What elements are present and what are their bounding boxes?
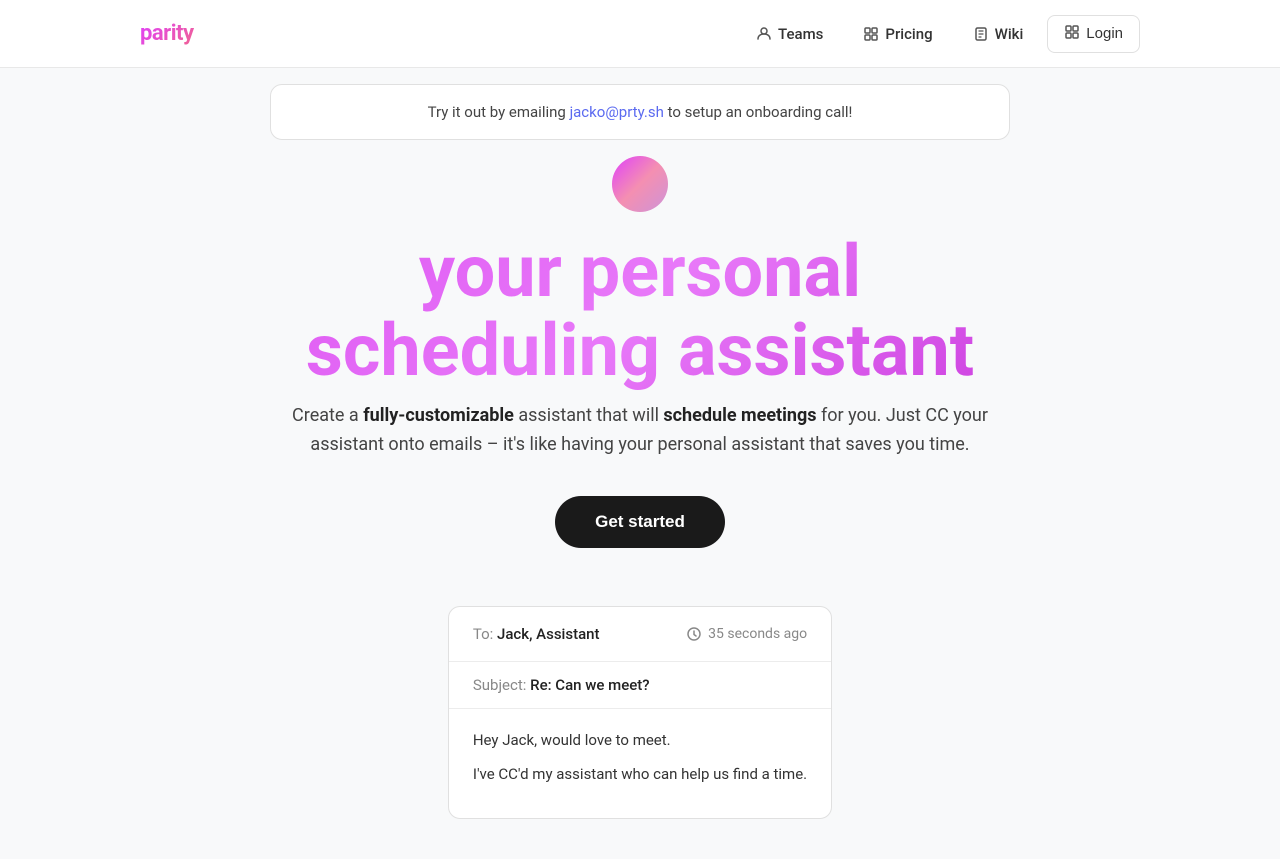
login-label: Login — [1086, 25, 1123, 42]
email-to-value: Jack, Assistant — [497, 625, 600, 643]
hero-title-line1: your personal — [419, 229, 861, 314]
nav-links: Teams Pricing Wiki — [740, 15, 1140, 53]
hero-title: your personal scheduling assistant — [40, 232, 1240, 390]
cta-get-started-button[interactable]: Get started — [555, 496, 725, 548]
logo[interactable]: parity — [140, 21, 194, 46]
hero-bold1: fully-customizable — [363, 405, 514, 426]
email-header: To: Jack, Assistant 35 seconds ago — [449, 607, 831, 662]
grid-icon — [1064, 24, 1080, 44]
email-demo-card: To: Jack, Assistant 35 seconds ago Subje… — [448, 606, 832, 819]
nav-pricing-label: Pricing — [885, 25, 932, 43]
nav-wiki-label: Wiki — [995, 25, 1024, 43]
email-subject-field: Subject: Re: Can we meet? — [449, 662, 831, 709]
email-to-field: To: Jack, Assistant — [473, 625, 600, 643]
book-icon — [973, 26, 989, 42]
navbar: parity Teams Pricing — [0, 0, 1280, 68]
email-body-line1: Hey Jack, would love to meet. — [473, 729, 807, 752]
hero-section: your personal scheduling assistant Creat… — [0, 212, 1280, 606]
nav-teams-label: Teams — [778, 25, 823, 43]
email-body-line2: I've CC'd my assistant who can help us f… — [473, 763, 807, 786]
clock-icon — [686, 626, 702, 642]
hero-description: Create a fully-customizable assistant th… — [280, 402, 1000, 460]
login-button[interactable]: Login — [1047, 15, 1140, 53]
email-subject-value: Re: Can we meet? — [530, 676, 649, 694]
email-time-value: 35 seconds ago — [708, 626, 807, 642]
hero-title-line2: scheduling assistant — [306, 308, 974, 393]
person-icon — [756, 26, 772, 42]
email-body: Hey Jack, would love to meet. I've CC'd … — [449, 709, 831, 818]
tag-icon — [863, 26, 879, 42]
banner-text-before: Try it out by emailing — [428, 103, 570, 121]
hero-desc-mid: assistant that will — [514, 405, 664, 426]
banner-text-after: to setup an onboarding call! — [664, 103, 853, 121]
hero-desc-before: Create a — [292, 405, 363, 426]
hero-bold2: schedule meetings — [663, 405, 816, 426]
nav-item-teams[interactable]: Teams — [740, 17, 839, 51]
nav-item-pricing[interactable]: Pricing — [847, 17, 948, 51]
email-subject-label: Subject: — [473, 676, 527, 694]
nav-item-wiki[interactable]: Wiki — [957, 17, 1040, 51]
hero-avatar-icon — [612, 156, 668, 212]
email-timestamp: 35 seconds ago — [686, 626, 807, 642]
email-to-label: To: — [473, 625, 493, 643]
banner-email[interactable]: jacko@prty.sh — [570, 103, 664, 121]
banner: Try it out by emailing jacko@prty.sh to … — [270, 84, 1010, 140]
